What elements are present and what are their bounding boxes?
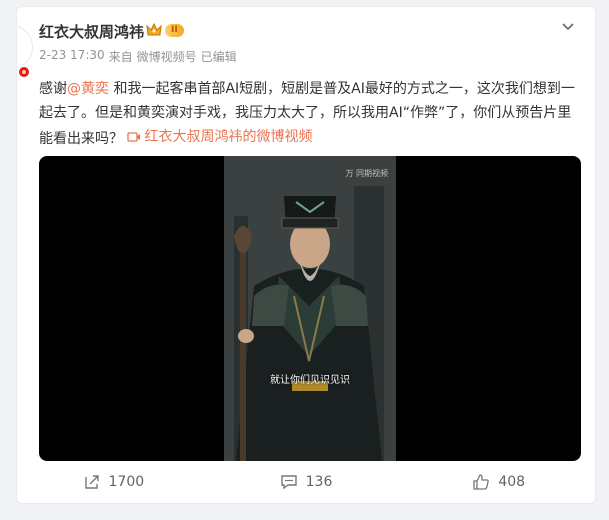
video-link-label[interactable]: 红衣大叔周鸿祎的微博视频 xyxy=(144,125,312,149)
action-bar: 1700 136 408 xyxy=(17,467,595,497)
mention-link[interactable]: @黄奕 xyxy=(67,81,109,97)
video-scene-illustration xyxy=(224,156,396,461)
video-frame[interactable]: 万 同期视频 就让你们见识见识 xyxy=(224,156,396,461)
post-time[interactable]: 2-23 17:30 xyxy=(39,48,105,65)
video-link[interactable]: 红衣大叔周鸿祎的微博视频 xyxy=(127,125,312,149)
comment-button[interactable]: 136 xyxy=(210,467,403,497)
vip-badge-group[interactable]: II xyxy=(145,22,184,38)
repost-icon xyxy=(84,475,99,489)
vip-level-badge: II xyxy=(165,23,184,37)
username[interactable]: 红衣大叔周鸿祎 xyxy=(39,21,144,42)
source-prefix: 来自 xyxy=(108,50,133,64)
chevron-down-icon[interactable] xyxy=(561,19,575,33)
repost-button[interactable]: 1700 xyxy=(17,467,210,497)
like-button[interactable]: 408 xyxy=(402,467,595,497)
comment-count: 136 xyxy=(305,474,333,490)
edited-label: 已编辑 xyxy=(200,50,237,64)
post-meta: 2-23 17:30 来自 微博视频号 已编辑 xyxy=(39,48,237,65)
verified-badge-icon xyxy=(17,65,31,79)
crown-icon xyxy=(146,22,162,36)
video-player[interactable]: 万 同期视频 就让你们见识见识 xyxy=(39,156,581,461)
post-text: 感谢@黄奕 和我一起客串首部AI短剧，短剧是普及AI最好的方式之一，这次我们想到… xyxy=(39,77,579,151)
post-text-start: 感谢 xyxy=(39,81,67,97)
like-count: 408 xyxy=(498,474,526,490)
like-icon xyxy=(473,474,490,490)
repost-count: 1700 xyxy=(108,474,145,490)
avatar-image[interactable] xyxy=(17,25,33,69)
weibo-post-card: 红衣大叔周鸿祎 II 2-23 17:30 来自 微博视频号 已编辑 感谢@黄奕… xyxy=(16,6,596,504)
video-subtitle: 就让你们见识见识 xyxy=(270,375,350,386)
avatar[interactable] xyxy=(17,25,35,81)
video-watermark: 万 同期视频 xyxy=(345,169,388,178)
comment-icon xyxy=(280,475,297,490)
post-source[interactable]: 微博视频号 xyxy=(137,48,197,65)
video-icon xyxy=(127,132,141,142)
